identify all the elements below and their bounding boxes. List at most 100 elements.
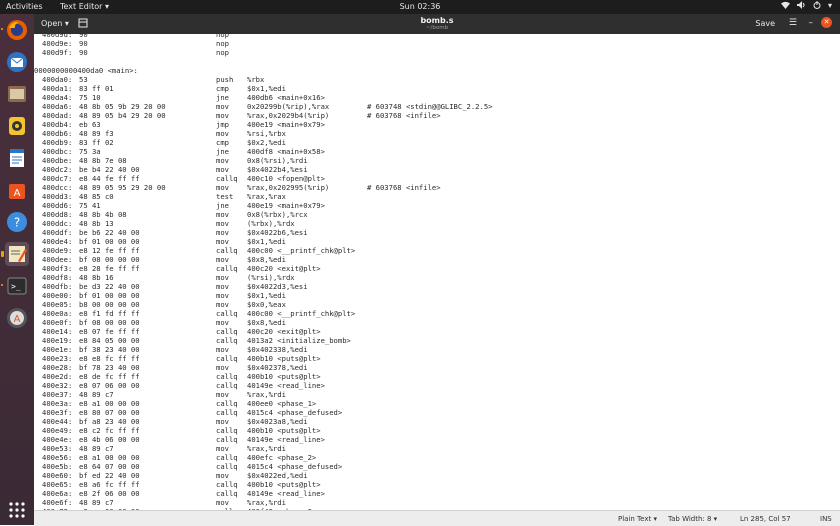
instruction-mnemonic: mov [216, 255, 229, 264]
new-document-icon[interactable] [78, 18, 88, 28]
instruction-bytes: e8 c2 fc ff ff [79, 426, 140, 435]
editor-text-area[interactable]: 400d9d: 90 nop 400d9e: 90 nop 400d9f: 90 nop 0000… [34, 34, 840, 510]
instruction-mnemonic: callq [216, 462, 238, 471]
instruction-address: 400e44: [42, 417, 73, 426]
store-icon[interactable]: A [5, 178, 29, 202]
instruction-bytes: 83 ff 01 [79, 84, 114, 93]
code-line: 400da1: 83 ff 01 cmp $0x1,%edi [34, 84, 840, 93]
files-icon[interactable] [5, 82, 29, 106]
cursor-position[interactable]: Ln 285, Col 57 [740, 515, 791, 523]
instruction-mnemonic: callq [216, 174, 238, 183]
instruction-bytes: e8 64 07 00 00 [79, 462, 140, 471]
code-line: 400dd3: 48 85 c0 test %rax,%rax [34, 192, 840, 201]
instruction-operands: 0x8(%rsi),%rdi [247, 156, 308, 165]
instruction-mnemonic: callq [216, 426, 238, 435]
instruction-operands: $0x1,%edi [247, 84, 286, 93]
instruction-operands: $0x4022ed,%edi [247, 471, 308, 480]
hamburger-menu-icon[interactable]: ☰ [789, 18, 797, 28]
instruction-mnemonic: jne [216, 201, 229, 210]
instruction-address: 400dee: [42, 255, 73, 264]
editor-header-bar: Open ▾ bomb.s ~/bomb Save ☰ – ✕ [34, 14, 840, 34]
instruction-bytes: e8 07 fe ff ff [79, 327, 140, 336]
instruction-mnemonic: callq [216, 372, 238, 381]
code-line: 400e6a: e8 2f 06 00 00 callq 40149e <read_l… [34, 489, 840, 498]
instruction-comment: # 603768 <infile> [367, 183, 441, 192]
music-icon[interactable] [5, 114, 29, 138]
text-editor-icon[interactable] [1, 242, 29, 266]
instruction-operands: 0x20299b(%rip),%rax [247, 102, 330, 111]
help-icon[interactable]: ? [5, 210, 29, 234]
code-line: 400db9: 83 ff 02 cmp $0x2,%edi [34, 138, 840, 147]
instruction-mnemonic: callq [216, 309, 238, 318]
volume-icon [796, 1, 806, 11]
instruction-mnemonic: mov [216, 156, 229, 165]
instruction-address: 400dad: [42, 111, 73, 120]
code-line: 400e23: e8 e8 fc ff ff callq 400b10 <puts@p… [34, 354, 840, 363]
instruction-address: 400db4: [42, 120, 73, 129]
instruction-operands: 400c20 <exit@plt> [247, 264, 321, 273]
instruction-operands: %rax,%rdi [247, 390, 286, 399]
tab-width-selector[interactable]: Tab Width: 8 ▾ [668, 515, 717, 523]
code-line: 400e1e: bf 38 23 40 00 mov $0x402338,%edi [34, 345, 840, 354]
instruction-bytes: e8 f1 fd ff ff [79, 309, 140, 318]
app-menu[interactable]: Text Editor ▾ [60, 2, 109, 11]
instruction-address: 400df8: [42, 273, 73, 282]
firefox-icon[interactable] [1, 18, 29, 42]
terminal-icon[interactable]: >_ [1, 274, 29, 298]
instruction-mnemonic: mov [216, 390, 229, 399]
instruction-address: 400da6: [42, 102, 73, 111]
instruction-mnemonic: callq [216, 489, 238, 498]
instruction-mnemonic: callq [216, 327, 238, 336]
open-button[interactable]: Open ▾ [41, 19, 69, 28]
code-line: 400e28: bf 78 23 40 00 mov $0x402378,%edi [34, 363, 840, 372]
code-line: 400da4: 75 10 jne 400db6 <main+0x16> [34, 93, 840, 102]
code-line: 400e0f: bf 08 00 00 00 mov $0x8,%edi [34, 318, 840, 327]
system-tray[interactable]: ▾ [780, 1, 832, 11]
code-line: 400dee: bf 08 00 00 00 mov $0x8,%edi [34, 255, 840, 264]
activities-button[interactable]: Activities [6, 2, 43, 11]
instruction-operands: 400df8 <main+0x58> [247, 147, 325, 156]
document-icon[interactable] [5, 146, 29, 170]
instruction-mnemonic: callq [216, 381, 238, 390]
instruction-bytes: 48 89 05 b4 29 20 00 [79, 111, 166, 120]
instruction-operands: (%rsi),%rdx [247, 273, 295, 282]
instruction-mnemonic: mov [216, 273, 229, 282]
instruction-bytes: e8 a1 00 00 00 [79, 453, 140, 462]
instruction-mnemonic: callq [216, 246, 238, 255]
instruction-mnemonic: jne [216, 147, 229, 156]
instruction-bytes: 83 ff 02 [79, 138, 114, 147]
app-grid-icon[interactable] [5, 498, 29, 522]
code-line: 400df3: e8 28 fe ff ff callq 400c20 <exit@p… [34, 264, 840, 273]
instruction-bytes: 90 [79, 48, 88, 57]
code-line: 400db4: eb 63 jmp 400e19 <main+0x79> [34, 120, 840, 129]
clock[interactable]: Sun 02:36 [0, 2, 840, 11]
code-line: 400d9f: 90 nop [34, 48, 840, 57]
instruction-operands: %rax,%rdi [247, 444, 286, 453]
instruction-bytes: be b4 22 40 00 [79, 165, 140, 174]
instruction-mnemonic: callq [216, 453, 238, 462]
instruction-address: 400e53: [42, 444, 73, 453]
instruction-bytes: 48 89 f3 [79, 129, 114, 138]
code-line: 400e3f: e8 80 07 00 00 callq 4015c4 <phase_… [34, 408, 840, 417]
top-panel: Activities Text Editor ▾ Sun 02:36 ▾ [0, 0, 840, 14]
minimize-icon[interactable]: – [809, 18, 814, 28]
code-line: 0000000000400da0 <main>: [34, 66, 840, 75]
instruction-operands: 4015c4 <phase_defused> [247, 408, 343, 417]
syntax-selector[interactable]: Plain Text ▾ [618, 515, 657, 523]
instruction-operands: %rbx [247, 75, 265, 84]
update-icon[interactable]: A [5, 306, 29, 330]
instruction-operands: $0x1,%edi [247, 291, 286, 300]
instruction-operands: 40149e <read_line> [247, 489, 325, 498]
code-line: 400db6: 48 89 f3 mov %rsi,%rbx [34, 129, 840, 138]
close-icon[interactable]: ✕ [821, 17, 832, 28]
save-button[interactable]: Save [755, 19, 775, 28]
instruction-address: 400dd6: [42, 201, 73, 210]
instruction-operands: 40149e <read_line> [247, 435, 325, 444]
instruction-bytes: bf 08 00 00 00 [79, 255, 140, 264]
instruction-address: 400e37: [42, 390, 73, 399]
instruction-bytes: 48 89 05 95 29 20 00 [79, 183, 166, 192]
code-line: 400e3a: e8 a1 00 00 00 callq 400ee0 <phase_… [34, 399, 840, 408]
instruction-mnemonic: callq [216, 435, 238, 444]
instruction-operands: 400ee0 <phase_1> [247, 399, 317, 408]
mail-icon[interactable] [5, 50, 29, 74]
